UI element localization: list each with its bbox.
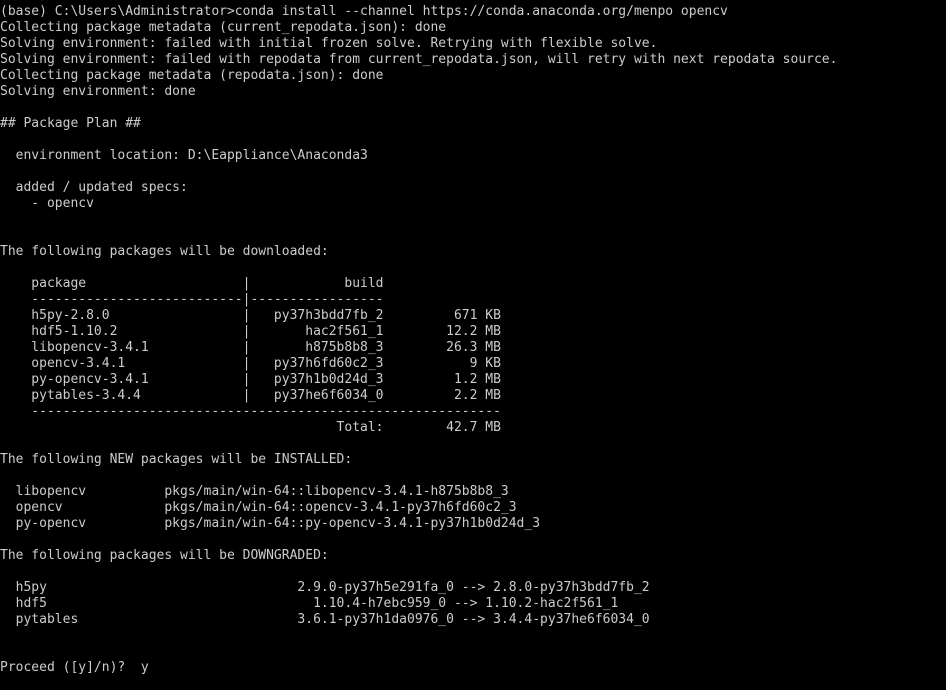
terminal-line: package | build — [0, 276, 384, 291]
terminal-line: h5py 2.9.0-py37h5e291fa_0 --> 2.8.0-py37… — [0, 580, 650, 595]
terminal-line: - opencv — [0, 196, 94, 211]
terminal-line: Total: 42.7 MB — [0, 420, 501, 435]
terminal-window[interactable]: (base) C:\Users\Administrator>(base) C:\… — [0, 0, 946, 690]
terminal-line: hdf5 1.10.4-h7ebc959_0 --> 1.10.2-hac2f5… — [0, 596, 619, 611]
terminal-line: opencv pkgs/main/win-64::opencv-3.4.1-py… — [0, 500, 517, 515]
terminal-line: Solving environment: done — [0, 84, 196, 99]
terminal-line: pytables-3.4.4 | py37he6f6034_0 2.2 MB — [0, 388, 501, 403]
terminal-line: libopencv-3.4.1 | h875b8b8_3 26.3 MB — [0, 340, 501, 355]
terminal-line: pytables 3.6.1-py37h1da0976_0 --> 3.4.4-… — [0, 612, 650, 627]
terminal-line: py-opencv pkgs/main/win-64::py-opencv-3.… — [0, 516, 541, 531]
terminal-line: Proceed ([y]/n)? y — [0, 660, 149, 675]
terminal-output-buffer[interactable]: (base) C:\Users\Administrator>(base) C:\… — [0, 0, 946, 690]
terminal-line: added / updated specs: — [0, 180, 188, 195]
terminal-line: h5py-2.8.0 | py37h3bdd7fb_2 671 KB — [0, 308, 501, 323]
terminal-line: Collecting package metadata (repodata.js… — [0, 68, 384, 83]
terminal-line: hdf5-1.10.2 | hac2f561_1 12.2 MB — [0, 324, 501, 339]
terminal-line: ## Package Plan ## — [0, 116, 141, 131]
terminal-line: libopencv pkgs/main/win-64::libopencv-3.… — [0, 484, 509, 499]
terminal-line: ----------------------------------------… — [0, 404, 501, 419]
terminal-line: The following NEW packages will be INSTA… — [0, 452, 353, 467]
terminal-line: py-opencv-3.4.1 | py37h1b0d24d_3 1.2 MB — [0, 372, 501, 387]
terminal-line: environment location: D:\Eappliance\Anac… — [0, 148, 368, 163]
terminal-line: opencv-3.4.1 | py37h6fd60c2_3 9 KB — [0, 356, 501, 371]
terminal-line: The following packages will be DOWNGRADE… — [0, 548, 329, 563]
terminal-line: (base) C:\Users\Administrator>conda inst… — [0, 4, 728, 19]
terminal-line: Solving environment: failed with initial… — [0, 36, 658, 51]
terminal-line: Collecting package metadata (current_rep… — [0, 20, 447, 35]
terminal-line: Solving environment: failed with repodat… — [0, 52, 838, 67]
terminal-line: ---------------------------|------------… — [0, 292, 384, 307]
terminal-line: The following packages will be downloade… — [0, 244, 329, 259]
